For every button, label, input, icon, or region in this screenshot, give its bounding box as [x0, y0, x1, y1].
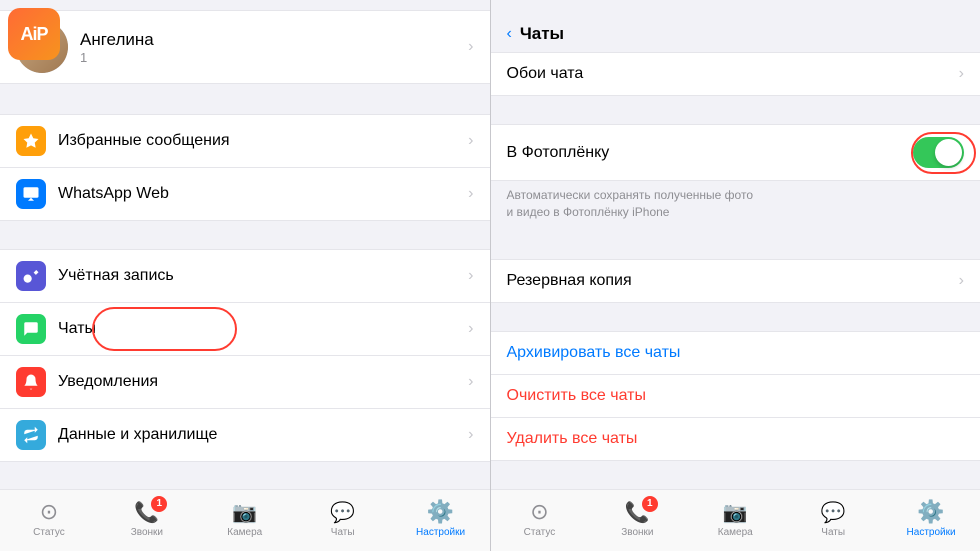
backup-label: Резервная копия	[507, 272, 632, 290]
chats-label: Чаты	[58, 320, 468, 338]
camera-label-right: Камера	[718, 527, 753, 538]
settings-label-right: Настройки	[907, 527, 956, 538]
notifications-icon	[16, 367, 46, 397]
wallpaper-row[interactable]: Обои чата ›	[491, 53, 980, 95]
settings-label-left: Настройки	[416, 527, 465, 538]
tab-chats-right[interactable]: 💬 Чаты	[784, 500, 882, 538]
section-spacer-3	[491, 303, 980, 331]
section-spacer-1	[491, 96, 980, 124]
calls-label-left: Звонки	[131, 527, 163, 538]
menu-section-2: Учётная запись › Чаты › Уведомления ›	[0, 249, 490, 462]
camera-icon-left: 📷	[232, 500, 257, 525]
profile-name: Ангелина	[80, 30, 468, 50]
backup-chevron: ›	[959, 272, 964, 290]
settings-icon-left: ⚙️	[427, 499, 454, 525]
status-icon-right: ⊙	[530, 499, 548, 525]
tab-status-right[interactable]: ⊙ Статус	[491, 499, 589, 538]
starred-icon	[16, 126, 46, 156]
account-chevron: ›	[468, 267, 473, 285]
toggle-knob	[935, 139, 962, 166]
profile-subtitle: 1	[80, 50, 468, 65]
chats-tab-icon-left: 💬	[330, 500, 355, 525]
calls-badge-container-left: 📞 1	[134, 500, 159, 525]
whatsapp-web-label: WhatsApp Web	[58, 185, 468, 203]
calls-badge-container-right: 📞 1	[625, 500, 650, 525]
menu-item-storage[interactable]: Данные и хранилище ›	[0, 409, 490, 461]
profile-chevron: ›	[468, 38, 473, 56]
calls-badge-left: 1	[151, 496, 167, 512]
tab-chats-left[interactable]: 💬 Чаты	[294, 500, 392, 538]
profile-info: Ангелина 1	[80, 30, 468, 65]
archive-all-row[interactable]: Архивировать все чаты	[491, 332, 980, 375]
storage-icon	[16, 420, 46, 450]
chats-icon	[16, 314, 46, 344]
calls-badge-right: 1	[642, 496, 658, 512]
aip-logo-text: AiP	[20, 24, 47, 45]
tab-camera-left[interactable]: 📷 Камера	[196, 500, 294, 538]
menu-item-chats[interactable]: Чаты ›	[0, 303, 490, 356]
section-gap-1	[0, 86, 490, 114]
calls-label-right: Звонки	[621, 527, 653, 538]
status-label-right: Статус	[524, 527, 556, 538]
right-tab-bar: ⊙ Статус 📞 1 Звонки 📷 Камера 💬 Чаты ⚙️	[491, 489, 980, 551]
section-spacer-2	[491, 231, 980, 259]
right-chats-panel: ‹ Чаты Обои чата › В Фотоплёнку Автомати…	[491, 0, 980, 551]
notifications-chevron: ›	[468, 373, 473, 391]
wallpaper-chevron: ›	[959, 65, 964, 83]
menu-item-starred[interactable]: Избранные сообщения ›	[0, 115, 490, 168]
whatsapp-web-chevron: ›	[468, 185, 473, 203]
settings-icon-right: ⚙️	[917, 499, 944, 525]
notifications-label: Уведомления	[58, 373, 468, 391]
chats-chevron: ›	[468, 320, 473, 338]
profile-row[interactable]: 👤 Ангелина 1 ›	[0, 10, 490, 84]
chats-settings-header: ‹ Чаты	[491, 10, 980, 52]
tab-calls-left[interactable]: 📞 1 Звонки	[98, 500, 196, 538]
tab-settings-right[interactable]: ⚙️ Настройки	[882, 499, 980, 538]
back-chevron: ‹	[507, 25, 512, 43]
photolibrary-description: Автоматически сохранять полученные фотои…	[491, 181, 980, 231]
actions-section: Архивировать все чаты Очистить все чаты …	[491, 331, 980, 461]
chats-tab-icon-right: 💬	[821, 500, 846, 525]
storage-label: Данные и хранилище	[58, 426, 468, 444]
delete-all-label: Удалить все чаты	[507, 430, 638, 448]
starred-label: Избранные сообщения	[58, 132, 468, 150]
photolibrary-toggle[interactable]	[913, 137, 964, 168]
tab-status-left[interactable]: ⊙ Статус	[0, 499, 98, 538]
aip-logo: AiP	[8, 8, 60, 60]
camera-label-left: Камера	[227, 527, 262, 538]
starred-chevron: ›	[468, 132, 473, 150]
backup-row[interactable]: Резервная копия ›	[491, 260, 980, 302]
clear-all-row[interactable]: Очистить все чаты	[491, 375, 980, 418]
menu-item-whatsapp-web[interactable]: WhatsApp Web ›	[0, 168, 490, 220]
tab-camera-right[interactable]: 📷 Камера	[686, 500, 784, 538]
status-label-left: Статус	[33, 527, 65, 538]
account-icon	[16, 261, 46, 291]
storage-chevron: ›	[468, 426, 473, 444]
backup-section: Резервная копия ›	[491, 259, 980, 303]
delete-all-row[interactable]: Удалить все чаты	[491, 418, 980, 460]
archive-all-label: Архивировать все чаты	[507, 344, 681, 362]
tab-settings-left[interactable]: ⚙️ Настройки	[392, 499, 490, 538]
chats-settings-title: Чаты	[520, 24, 564, 44]
photolibrary-row[interactable]: В Фотоплёнку	[491, 125, 980, 180]
menu-section-1: Избранные сообщения › WhatsApp Web ›	[0, 114, 490, 221]
back-button[interactable]: ‹	[507, 25, 512, 43]
left-settings-panel: 👤 Ангелина 1 › Избранные сообщения ›	[0, 0, 491, 551]
menu-item-notifications[interactable]: Уведомления ›	[0, 356, 490, 409]
clear-all-label: Очистить все чаты	[507, 387, 646, 405]
wallpaper-label: Обои чата	[507, 65, 584, 83]
account-label: Учётная запись	[58, 267, 468, 285]
left-tab-bar: ⊙ Статус 📞 1 Звонки 📷 Камера 💬 Чаты ⚙️	[0, 489, 490, 551]
photolibrary-label: В Фотоплёнку	[507, 144, 914, 162]
status-icon-left: ⊙	[40, 499, 58, 525]
tab-calls-right[interactable]: 📞 1 Звонки	[588, 500, 686, 538]
whatsapp-web-icon	[16, 179, 46, 209]
camera-icon-right: 📷	[723, 500, 748, 525]
chats-tab-label-left: Чаты	[331, 527, 355, 538]
chats-tab-label-right: Чаты	[821, 527, 845, 538]
wallpaper-section: Обои чата ›	[491, 52, 980, 96]
photolibrary-section: В Фотоплёнку	[491, 124, 980, 181]
section-gap-2	[0, 221, 490, 249]
menu-item-account[interactable]: Учётная запись ›	[0, 250, 490, 303]
